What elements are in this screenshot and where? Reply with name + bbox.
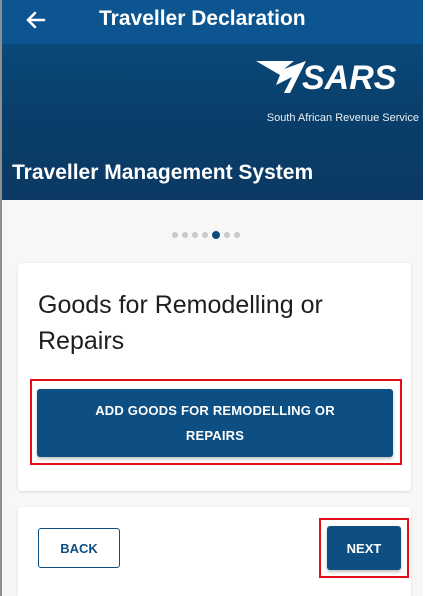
navigation-bar: BACK NEXT [18,507,411,596]
organization-tagline: South African Revenue Service [266,112,419,124]
app-bar: Traveller Declaration [2,0,423,44]
goods-card: Goods for Remodelling or Repairs ADD GOO… [18,263,411,491]
logo-text: SARS [302,59,397,97]
section-title: Goods for Remodelling or Repairs [38,291,323,355]
page-title: Traveller Declaration [99,7,306,30]
step-dot [192,232,198,238]
header-banner: Traveller Declaration SARS South African… [2,0,423,200]
step-indicator [172,230,240,240]
step-dot [202,232,208,238]
step-dot [172,232,178,238]
step-dot [234,232,240,238]
sars-logo: SARS [254,55,414,97]
add-goods-button[interactable]: ADD GOODS FOR REMODELLING OR REPAIRS [37,389,393,457]
next-button[interactable]: NEXT [327,526,401,570]
system-name: Traveller Management System [12,161,314,184]
step-dot-active [212,231,220,239]
step-dot [182,232,188,238]
step-dot [224,232,230,238]
back-button[interactable]: BACK [38,528,120,568]
arrow-left-icon[interactable] [22,6,50,34]
